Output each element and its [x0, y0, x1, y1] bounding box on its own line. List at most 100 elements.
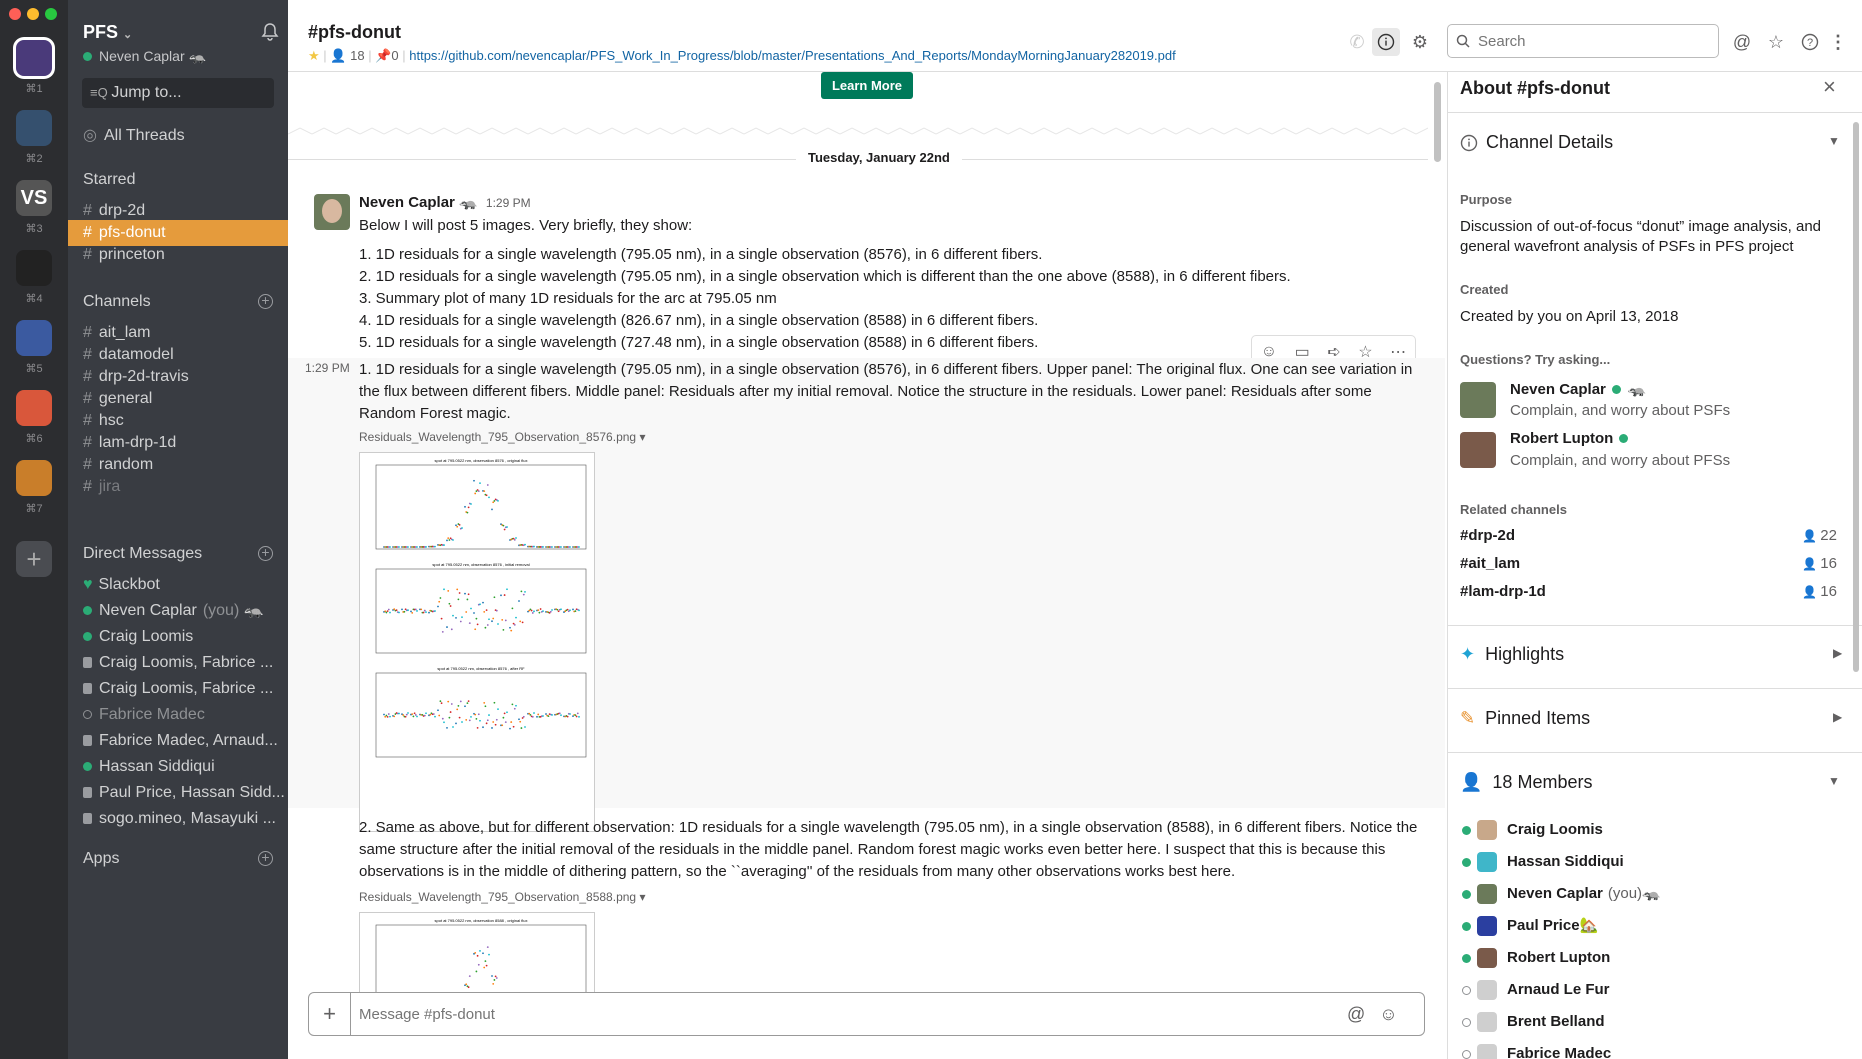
avatar[interactable]: [1460, 432, 1496, 468]
member-item[interactable]: Craig Loomis: [1462, 818, 1603, 842]
questions-label: Questions? Try asking...: [1460, 352, 1611, 367]
workspace-6-button[interactable]: [16, 390, 52, 426]
suggested-person[interactable]: Robert Lupton: [1510, 430, 1635, 447]
workspace-3-button[interactable]: VS: [16, 180, 52, 216]
workspace-7-button[interactable]: [16, 460, 52, 496]
search-input[interactable]: [1478, 32, 1708, 50]
message-timestamp[interactable]: 1:29 PM: [305, 361, 350, 375]
channel-details-toggle[interactable]: Channel Details: [1460, 132, 1613, 153]
chevron-down-icon[interactable]: ▼: [1828, 774, 1840, 788]
members-toggle[interactable]: 👤 18 Members: [1460, 772, 1592, 793]
dm-item[interactable]: ♥ Slackbot: [68, 572, 288, 598]
info-icon[interactable]: [1372, 28, 1400, 56]
zoom-window-button[interactable]: [45, 8, 57, 20]
sidebar-item-label: drp-2d-travis: [98, 368, 189, 385]
dm-item[interactable]: Neven Caplar (you) 🦡: [68, 598, 288, 624]
add-dm-button[interactable]: +: [258, 545, 273, 561]
chevron-right-icon[interactable]: ▶: [1833, 646, 1842, 660]
file-name[interactable]: Residuals_Wavelength_795_Observation_857…: [359, 430, 645, 444]
message-timestamp[interactable]: 1:29 PM: [486, 196, 531, 210]
star-icon[interactable]: ★: [308, 48, 320, 63]
list-item: 4. 1D residuals for a single wavelength …: [359, 312, 1039, 329]
current-user[interactable]: Neven Caplar 🦡: [83, 48, 206, 65]
chevron-right-icon[interactable]: ▶: [1833, 710, 1842, 724]
add-workspace-button[interactable]: +: [16, 541, 52, 577]
related-channel[interactable]: #drp-2d: [1460, 527, 1515, 544]
team-name[interactable]: PFS ⌄: [83, 22, 132, 43]
starred-section-label[interactable]: Starred: [83, 171, 135, 189]
emoji-icon[interactable]: ☺: [1379, 1004, 1397, 1025]
search-box[interactable]: [1447, 24, 1719, 58]
dm-item[interactable]: Craig Loomis: [68, 624, 288, 650]
group-dm-icon: [83, 683, 92, 694]
add-channel-button[interactable]: +: [258, 293, 273, 309]
call-icon[interactable]: ✆: [1343, 28, 1371, 56]
member-item[interactable]: Hassan Siddiqui: [1462, 850, 1624, 874]
attach-button[interactable]: +: [309, 993, 351, 1035]
minimize-window-button[interactable]: [27, 8, 39, 20]
apps-section-label[interactable]: Apps: [83, 850, 119, 868]
avatar[interactable]: [314, 194, 350, 230]
related-channel[interactable]: #lam-drp-1d: [1460, 583, 1546, 600]
bell-icon[interactable]: [260, 22, 280, 42]
member-item[interactable]: Arnaud Le Fur: [1462, 978, 1610, 1002]
member-item[interactable]: Fabrice Madec: [1462, 1042, 1611, 1059]
purpose-label: Purpose: [1460, 192, 1513, 207]
help-icon[interactable]: ?: [1796, 28, 1824, 56]
chevron-down-icon[interactable]: ▾: [639, 890, 645, 904]
close-icon[interactable]: ×: [1823, 74, 1836, 100]
member-item[interactable]: Robert Lupton: [1462, 946, 1610, 970]
avatar[interactable]: [1460, 382, 1496, 418]
dm-item[interactable]: Fabrice Madec: [68, 702, 288, 728]
chevron-down-icon[interactable]: ▾: [639, 430, 645, 444]
pinned-items-toggle[interactable]: ✎ Pinned Items: [1460, 708, 1590, 729]
dm-section-label[interactable]: Direct Messages: [83, 545, 202, 563]
mentions-icon[interactable]: @: [1728, 28, 1756, 56]
jump-to-button[interactable]: ≡Q Jump to...: [82, 78, 274, 108]
related-channel[interactable]: #ait_lam: [1460, 555, 1520, 572]
scrollbar[interactable]: [1853, 122, 1859, 672]
sidebar-item-label: hsc: [98, 412, 124, 429]
more-icon[interactable]: ⋮: [1824, 28, 1852, 56]
chevron-down-icon[interactable]: ▼: [1828, 134, 1840, 148]
dm-item[interactable]: Hassan Siddiqui: [68, 754, 288, 780]
highlights-toggle[interactable]: ✦ Highlights: [1460, 644, 1564, 665]
message-author[interactable]: Neven Caplar: [359, 194, 455, 211]
channel-title[interactable]: #pfs-donut: [308, 22, 401, 43]
dm-item[interactable]: Craig Loomis, Fabrice ...: [68, 676, 288, 702]
workspace-2-button[interactable]: [16, 110, 52, 146]
learn-more-button[interactable]: Learn More: [821, 72, 913, 99]
sidebar-item-princeton[interactable]: # princeton: [68, 242, 288, 268]
hash-icon: #: [83, 456, 92, 473]
members-icon[interactable]: 👤 18: [330, 48, 364, 63]
topic-link[interactable]: https://github.com/nevencaplar/PFS_Work_…: [409, 48, 1175, 63]
pin-icon[interactable]: 📌0: [375, 48, 398, 63]
mention-icon[interactable]: @: [1347, 1004, 1365, 1025]
sidebar-item-jira[interactable]: # jira: [68, 474, 288, 500]
close-window-button[interactable]: [9, 8, 21, 20]
image-attachment[interactable]: spot at 795.0522 nm, observation 8576 , …: [359, 452, 595, 832]
dm-item[interactable]: Paul Price, Hassan Sidd...: [68, 780, 288, 806]
dm-item[interactable]: Craig Loomis, Fabrice ...: [68, 650, 288, 676]
member-name: Arnaud Le Fur: [1507, 981, 1610, 998]
member-item[interactable]: Neven Caplar (you) 🦡: [1462, 882, 1661, 906]
all-threads-link[interactable]: ◎ All Threads: [68, 123, 288, 149]
suggested-person[interactable]: Neven Caplar 🦡: [1510, 380, 1647, 398]
scrollbar[interactable]: [1434, 82, 1441, 162]
dm-item[interactable]: Fabrice Madec, Arnaud...: [68, 728, 288, 754]
avatar: [1477, 1044, 1497, 1059]
gear-icon[interactable]: ⚙: [1406, 28, 1434, 56]
file-name[interactable]: Residuals_Wavelength_795_Observation_858…: [359, 890, 645, 904]
member-item[interactable]: Paul Price 🏡: [1462, 914, 1598, 938]
starred-items-icon[interactable]: ☆: [1762, 28, 1790, 56]
workspace-1-button[interactable]: [16, 40, 52, 76]
dm-item[interactable]: sogo.mineo, Masayuki ...: [68, 806, 288, 832]
workspace-4-button[interactable]: [16, 250, 52, 286]
message-input[interactable]: [359, 1005, 1339, 1023]
workspace-5-button[interactable]: [16, 320, 52, 356]
workspace-shortcut: ⌘7: [25, 503, 43, 515]
member-item[interactable]: Brent Belland: [1462, 1010, 1605, 1034]
add-app-button[interactable]: +: [258, 850, 273, 866]
svg-text:spot at 795.0522 nm, observati: spot at 795.0522 nm, observation 8588 , …: [435, 918, 528, 923]
channels-section-label[interactable]: Channels: [83, 293, 151, 311]
